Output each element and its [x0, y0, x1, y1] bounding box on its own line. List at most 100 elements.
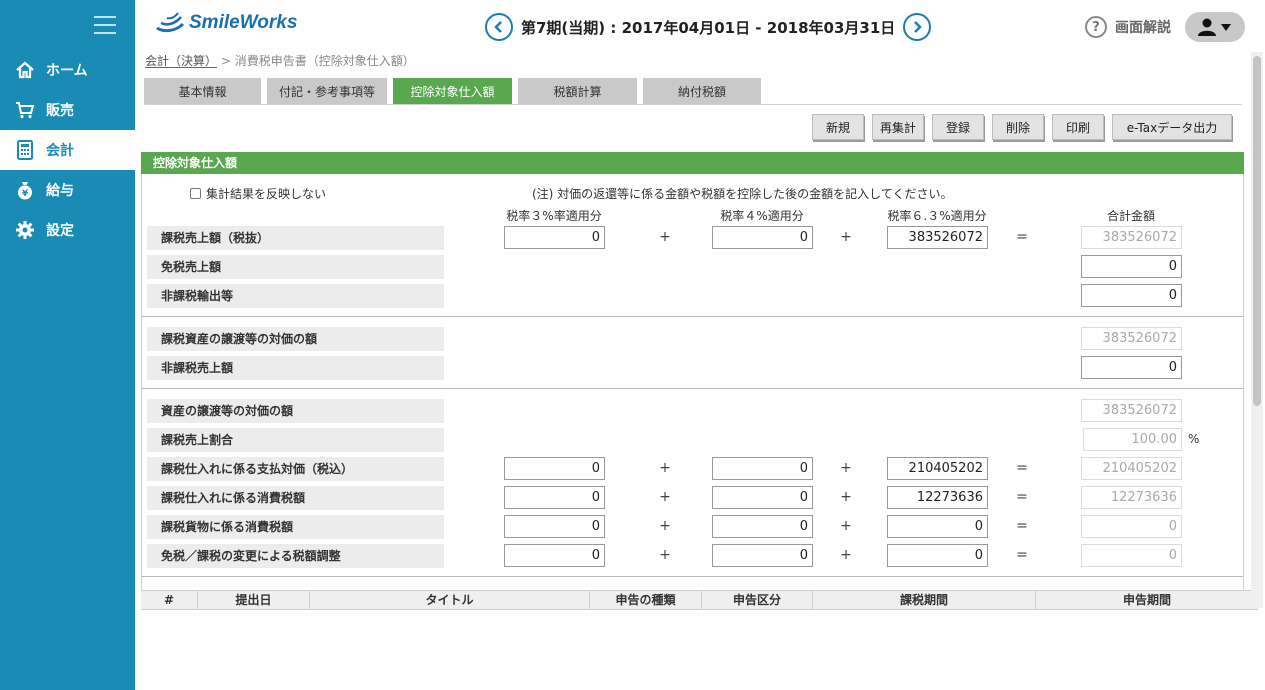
tab-notes[interactable]: 付記・参考事項等 [267, 78, 387, 104]
rate4-input[interactable]: 0 [712, 515, 813, 538]
plus-operator: + [659, 229, 671, 245]
plus-operator: + [840, 460, 852, 476]
percent-unit: % [1188, 432, 1200, 446]
top-header: SmileWorks 第7期(当期) : 2017年04月01日 - 2018年… [135, 0, 1265, 52]
tab-deductible-purchases[interactable]: 控除対象仕入額 [393, 78, 512, 104]
equals-operator: = [1016, 460, 1028, 476]
chevron-right-icon [914, 21, 923, 33]
row-label: 非課税売上額 [147, 356, 444, 380]
tab-underline [144, 104, 1242, 105]
sidebar-item-home[interactable]: ホーム [0, 50, 135, 90]
next-period-button[interactable] [903, 13, 932, 41]
column-header-filing-period[interactable]: 申告期間 [1036, 591, 1258, 609]
etax-export-button[interactable]: e-Taxデータ出力 [1112, 114, 1232, 140]
sidebar-item-settings[interactable]: 設定 [0, 210, 135, 250]
sidebar-item-label: 給与 [46, 183, 74, 199]
equals-operator: = [1016, 547, 1028, 563]
row-label: 課税貨物に係る消費税額 [147, 515, 444, 539]
user-menu-button[interactable] [1185, 12, 1245, 42]
fiscal-period-nav: 第7期(当期) : 2017年04月01日 - 2018年03月31日 [485, 13, 932, 41]
smileworks-logo[interactable]: SmileWorks [155, 12, 297, 34]
no-reflect-checkbox-row[interactable]: 集計結果を反映しない [190, 185, 326, 202]
rate4-input[interactable]: 0 [712, 544, 813, 567]
total-readonly: 0 [1081, 515, 1182, 538]
plus-operator: + [840, 547, 852, 563]
column-header-submit-date[interactable]: 提出日 [198, 591, 310, 609]
plus-operator: + [840, 229, 852, 245]
sidebar-item-label: 設定 [46, 223, 74, 239]
hamburger-menu-icon[interactable] [94, 16, 116, 34]
logo-text: SmileWorks [189, 12, 298, 33]
chevron-left-icon [494, 21, 502, 33]
column-header-title[interactable]: タイトル [310, 591, 590, 609]
column-header-filing-category[interactable]: 申告区分 [702, 591, 813, 609]
entry-note: (注) 対価の返還等に係る金額や税額を控除した後の金額を記入してください。 [532, 187, 953, 201]
total-input[interactable]: 0 [1081, 255, 1182, 278]
rate3-input[interactable]: 0 [504, 544, 605, 567]
sidebar-item-payroll[interactable]: ¥ 給与 [0, 170, 135, 210]
no-reflect-checkbox-label: 集計結果を反映しない [206, 187, 327, 201]
recalculate-button[interactable]: 再集計 [872, 114, 924, 140]
row-label: 課税売上割合 [147, 428, 444, 452]
tab-tax-calculation[interactable]: 税額計算 [518, 78, 637, 104]
plus-operator: + [840, 489, 852, 505]
total-readonly: 383526072 [1081, 399, 1182, 422]
sidebar-item-accounting[interactable]: 会計 [0, 130, 135, 170]
divider [142, 388, 1243, 389]
help-link[interactable]: ? 画面解説 [1085, 16, 1171, 38]
column-header-filing-type[interactable]: 申告の種類 [590, 591, 702, 609]
total-readonly: 210405202 [1081, 457, 1182, 480]
prev-period-button[interactable] [485, 13, 513, 41]
total-readonly: 383526072 [1081, 226, 1182, 249]
gear-icon [14, 219, 36, 241]
yen-bag-icon: ¥ [14, 179, 36, 201]
plus-operator: + [659, 547, 671, 563]
total-readonly: 12273636 [1081, 486, 1182, 509]
plus-operator: + [840, 518, 852, 534]
deductible-purchases-form: 集計結果を反映しない (注) 対価の返還等に係る金額や税額を控除した後の金額を記… [141, 174, 1244, 590]
rate63-input[interactable]: 383526072 [887, 226, 988, 249]
print-button[interactable]: 印刷 [1052, 114, 1104, 140]
rate63-input[interactable]: 210405202 [887, 457, 988, 480]
column-header-number[interactable]: # [141, 591, 198, 609]
equals-operator: = [1016, 489, 1028, 505]
column-header-total: 合計金額 [1106, 209, 1155, 223]
rate4-input[interactable]: 0 [712, 457, 813, 480]
column-header-tax-period[interactable]: 課税期間 [813, 591, 1036, 609]
total-readonly: 383526072 [1081, 327, 1182, 350]
total-input[interactable]: 0 [1081, 356, 1182, 379]
row-label: 課税仕入れに係る消費税額 [147, 486, 444, 510]
rate3-input[interactable]: 0 [504, 457, 605, 480]
rate3-input[interactable]: 0 [504, 515, 605, 538]
plus-operator: + [659, 518, 671, 534]
svg-text:¥: ¥ [22, 189, 29, 199]
total-input[interactable]: 0 [1081, 284, 1182, 307]
row-label: 課税売上額（税抜） [147, 226, 444, 250]
rate63-input[interactable]: 0 [887, 515, 988, 538]
sidebar: ホーム 販売 会計 ¥ 給与 設定 [0, 0, 135, 690]
sidebar-item-label: ホーム [46, 63, 88, 79]
breadcrumb-parent-link[interactable]: 会計（決算） [145, 54, 217, 68]
register-button[interactable]: 登録 [932, 114, 984, 140]
rate4-input[interactable]: 0 [712, 486, 813, 509]
row-label: 課税資産の譲渡等の対価の額 [147, 327, 444, 351]
sidebar-item-label: 販売 [46, 103, 74, 119]
filing-history-table-header: # 提出日 タイトル 申告の種類 申告区分 課税期間 申告期間 [141, 590, 1258, 610]
no-reflect-checkbox[interactable] [190, 188, 201, 199]
divider [142, 316, 1243, 317]
rate63-input[interactable]: 12273636 [887, 486, 988, 509]
calculator-icon [14, 139, 36, 161]
tab-basic-info[interactable]: 基本情報 [144, 78, 261, 104]
delete-button[interactable]: 削除 [992, 114, 1044, 140]
tab-tax-payment[interactable]: 納付税額 [643, 78, 761, 104]
row-label: 非課税輸出等 [147, 284, 444, 308]
sidebar-item-sales[interactable]: 販売 [0, 90, 135, 130]
column-header-rate63: 税率６.３%適用分 [887, 209, 987, 223]
column-header-rate4: 税率４%適用分 [720, 209, 804, 223]
rate4-input[interactable]: 0 [712, 226, 813, 249]
rate3-input[interactable]: 0 [504, 486, 605, 509]
rate63-input[interactable]: 0 [887, 544, 988, 567]
scrollbar-thumb[interactable] [1253, 56, 1261, 406]
rate3-input[interactable]: 0 [504, 226, 605, 249]
new-button[interactable]: 新規 [812, 114, 864, 140]
